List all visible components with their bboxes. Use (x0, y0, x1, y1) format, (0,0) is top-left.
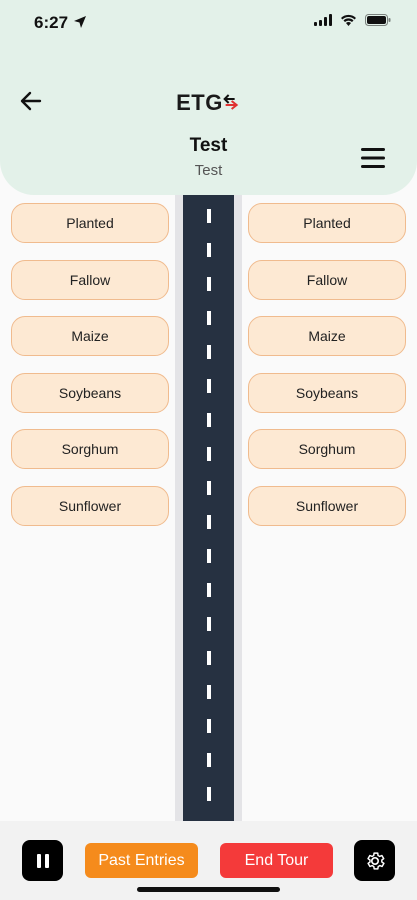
status-icons (314, 14, 391, 26)
road-dash (207, 583, 211, 597)
road-dash (207, 481, 211, 495)
left-crop-button-planted[interactable]: Planted (11, 203, 169, 243)
left-crop-column: Planted Fallow Maize Soybeans Sorghum Su… (11, 203, 169, 543)
road-dash (207, 753, 211, 767)
road-dash (207, 447, 211, 461)
road-dash (207, 549, 211, 563)
road-dash (207, 413, 211, 427)
road-dash (207, 515, 211, 529)
gear-icon (366, 851, 385, 870)
right-crop-button-soybeans[interactable]: Soybeans (248, 372, 406, 413)
right-crop-button-sorghum[interactable]: Sorghum (248, 429, 406, 470)
hamburger-menu-icon[interactable] (361, 148, 385, 168)
left-crop-button-sunflower[interactable]: Sunflower (11, 485, 169, 526)
app-header: 6:27 ETG Test Test (0, 0, 417, 195)
logo-arrows-icon (223, 94, 239, 110)
home-indicator (137, 887, 280, 892)
road-dash (207, 209, 211, 223)
status-time: 6:27 (34, 13, 69, 32)
road-dash (207, 243, 211, 257)
left-crop-button-fallow[interactable]: Fallow (11, 259, 169, 300)
left-crop-button-maize[interactable]: Maize (11, 316, 169, 357)
logo-text: ETG (176, 90, 223, 115)
road-dash (207, 311, 211, 325)
road-dash (207, 651, 211, 665)
back-arrow-icon[interactable] (18, 88, 44, 114)
location-arrow-icon (74, 16, 86, 28)
etg-logo: ETG (176, 90, 241, 116)
battery-icon (365, 14, 391, 26)
road-dash (207, 719, 211, 733)
right-crop-button-planted[interactable]: Planted (248, 203, 406, 243)
road-dash (207, 617, 211, 631)
right-crop-column: Planted Fallow Maize Soybeans Sorghum Su… (248, 203, 406, 543)
road-dash (207, 345, 211, 359)
road-dash (207, 685, 211, 699)
right-crop-button-fallow[interactable]: Fallow (248, 259, 406, 300)
pause-button[interactable] (22, 840, 63, 881)
past-entries-button[interactable]: Past Entries (85, 843, 198, 878)
pause-icon (36, 853, 49, 868)
road-dash (207, 277, 211, 291)
settings-button[interactable] (354, 840, 395, 881)
left-crop-button-sorghum[interactable]: Sorghum (11, 429, 169, 470)
left-crop-button-soybeans[interactable]: Soybeans (11, 372, 169, 413)
right-crop-button-sunflower[interactable]: Sunflower (248, 485, 406, 526)
road-dash (207, 379, 211, 393)
page-title: Test (189, 135, 228, 156)
road-dash (207, 787, 211, 801)
signal-icon (314, 14, 332, 26)
end-tour-button[interactable]: End Tour (220, 843, 333, 878)
wifi-icon (341, 14, 356, 26)
right-crop-button-maize[interactable]: Maize (248, 316, 406, 357)
page-subtitle: Test (194, 162, 223, 179)
